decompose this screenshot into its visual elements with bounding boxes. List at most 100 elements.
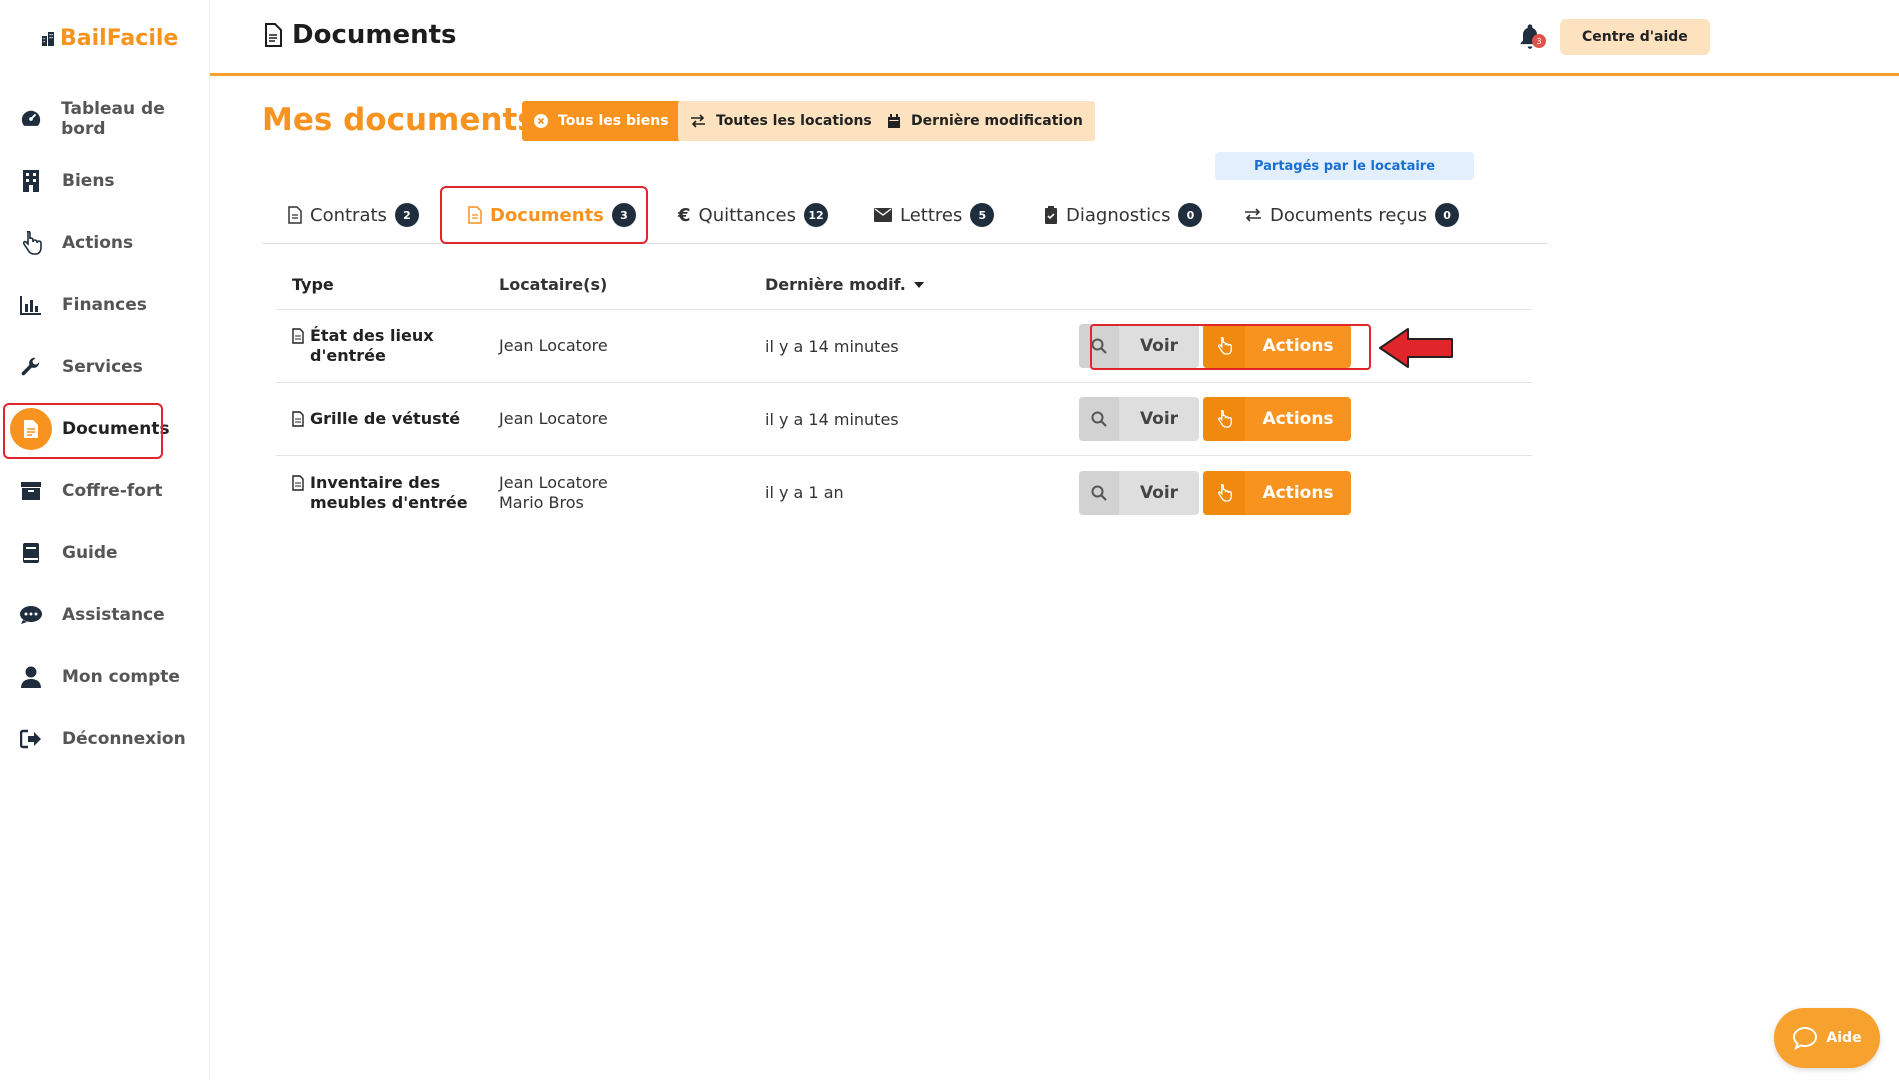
logout-icon xyxy=(18,726,44,752)
tab-count-badge: 0 xyxy=(1435,203,1460,227)
sidebar-item-mon-compte[interactable]: Mon compte xyxy=(0,646,210,708)
wrench-icon xyxy=(18,354,44,380)
euro-icon: € xyxy=(678,204,691,226)
sidebar-item-label: Biens xyxy=(62,171,115,191)
tab-label: Lettres xyxy=(900,204,963,226)
document-icon xyxy=(292,411,304,427)
type-line: meubles d'entrée xyxy=(310,492,468,512)
dashboard-icon xyxy=(18,106,43,132)
sidebar-item-deconnexion[interactable]: Déconnexion xyxy=(0,708,210,770)
view-button[interactable]: Voir xyxy=(1079,470,1199,515)
cell-actions: Voir Actions xyxy=(1079,470,1351,515)
cell-tenants: Jean Locatore Mario Bros xyxy=(499,473,765,513)
tab-documents-recus[interactable]: Documents reçus 0 xyxy=(1244,186,1460,244)
view-button-label: Voir xyxy=(1139,482,1179,503)
table-header: Type Locataire(s) Dernière modif. xyxy=(276,260,1532,310)
filter-last-modified[interactable]: Dernière modification xyxy=(875,101,1095,141)
tenant-name: Mario Bros xyxy=(499,492,584,512)
table-row: Grille de vétusté Jean Locatore il y a 1… xyxy=(276,383,1532,456)
logo-text: BailFacile xyxy=(60,26,179,51)
envelope-icon xyxy=(874,208,892,222)
tab-count-badge: 2 xyxy=(394,203,419,227)
tab-count-badge: 0 xyxy=(1178,203,1203,227)
book-icon xyxy=(18,540,44,566)
sidebar-item-label: Finances xyxy=(62,295,147,315)
tab-quittances[interactable]: € Quittances 12 xyxy=(678,186,829,244)
swap-icon xyxy=(691,114,705,128)
building-logo-icon xyxy=(42,31,54,46)
red-arrow-annotation-icon xyxy=(1379,328,1453,368)
cell-modified: il y a 14 minutes xyxy=(765,336,899,356)
filter-label: Tous les biens xyxy=(558,113,669,129)
documents-table: Type Locataire(s) Dernière modif. État d… xyxy=(276,260,1532,529)
header-type[interactable]: Type xyxy=(276,275,499,295)
tab-count-badge: 12 xyxy=(804,203,829,227)
help-chat-label: Aide xyxy=(1826,1030,1862,1046)
user-icon xyxy=(18,664,44,690)
tab-lettres[interactable]: Lettres 5 xyxy=(874,186,995,244)
cell-modified: il y a 14 minutes xyxy=(765,409,899,429)
calendar-icon xyxy=(888,113,900,128)
shared-by-tenant-tag[interactable]: Partagés par le locataire xyxy=(1215,152,1474,180)
swap-icon xyxy=(1245,208,1261,222)
building-icon xyxy=(18,168,44,194)
page-title: Mes documents xyxy=(262,102,536,138)
actions-button[interactable]: Actions xyxy=(1203,470,1351,515)
tab-label: Contrats xyxy=(310,204,387,226)
filter-all-rentals[interactable]: Toutes les locations xyxy=(678,101,884,141)
archive-box-icon xyxy=(18,478,44,504)
sidebar-item-actions[interactable]: Actions xyxy=(0,212,210,274)
sidebar-item-tableau-de-bord[interactable]: Tableau de bord xyxy=(0,88,210,150)
cell-type: Grille de vétusté xyxy=(276,409,499,429)
type-line: Inventaire des xyxy=(310,472,441,492)
caret-down-icon xyxy=(913,281,924,288)
document-icon xyxy=(292,328,304,344)
table-row: Inventaire des meubles d'entrée Jean Loca… xyxy=(276,456,1532,529)
sidebar-item-finances[interactable]: Finances xyxy=(0,274,210,336)
actions-button[interactable]: Actions xyxy=(1203,397,1351,441)
sidebar-item-label: Assistance xyxy=(62,605,165,625)
sidebar-item-services[interactable]: Services xyxy=(0,336,210,398)
view-button[interactable]: Voir xyxy=(1079,397,1199,441)
document-icon xyxy=(288,206,302,224)
tab-contrats[interactable]: Contrats 2 xyxy=(288,186,419,244)
bar-chart-icon xyxy=(18,292,44,318)
sidebar-item-guide[interactable]: Guide xyxy=(0,522,210,584)
close-circle-icon xyxy=(534,114,548,128)
sidebar-item-label: Mon compte xyxy=(62,667,180,687)
header-title-text: Documents xyxy=(292,20,457,50)
cell-actions: Voir Actions xyxy=(1079,397,1351,441)
tenant-name: Jean Locatore xyxy=(499,472,608,492)
sidebar-item-coffre-fort[interactable]: Coffre-fort xyxy=(0,460,210,522)
help-center-button[interactable]: Centre d'aide xyxy=(1560,19,1710,55)
highlight-outline xyxy=(440,186,648,244)
tab-label: Documents reçus xyxy=(1270,204,1428,226)
sidebar-item-label: Services xyxy=(62,357,143,377)
sidebar-item-label: Coffre-fort xyxy=(62,481,163,501)
document-icon xyxy=(10,408,52,450)
type-line: État des lieux xyxy=(310,326,434,345)
top-header: Documents Centre d'aide xyxy=(210,0,1899,76)
help-chat-button[interactable]: Aide xyxy=(1774,1008,1880,1068)
sidebar-item-biens[interactable]: Biens xyxy=(0,150,210,212)
tab-label: Diagnostics xyxy=(1066,204,1171,226)
logo[interactable]: BailFacile xyxy=(40,26,178,51)
sidebar-item-assistance[interactable]: Assistance xyxy=(0,584,210,646)
document-icon xyxy=(292,474,304,491)
sidebar-item-documents[interactable]: Documents xyxy=(0,398,210,460)
search-icon xyxy=(1079,470,1119,515)
tab-count-badge: 5 xyxy=(970,203,995,227)
document-icon xyxy=(265,23,282,47)
header-tenants[interactable]: Locataire(s) xyxy=(499,275,765,295)
header-last-modified[interactable]: Dernière modif. xyxy=(765,275,1079,294)
filter-all-properties[interactable]: Tous les biens xyxy=(522,101,681,141)
clipboard-check-icon xyxy=(1045,206,1057,224)
sidebar-nav: Tableau de bord Biens Actions Finances S… xyxy=(0,88,210,770)
cell-type: État des lieux d'entrée xyxy=(276,326,499,366)
hand-pointer-icon xyxy=(1203,470,1245,515)
sidebar-item-label: Documents xyxy=(62,419,170,439)
filter-label: Toutes les locations xyxy=(716,113,872,129)
chat-bubble-icon xyxy=(1793,1026,1818,1050)
tab-diagnostics[interactable]: Diagnostics 0 xyxy=(1044,186,1203,244)
type-line: d'entrée xyxy=(310,346,386,365)
